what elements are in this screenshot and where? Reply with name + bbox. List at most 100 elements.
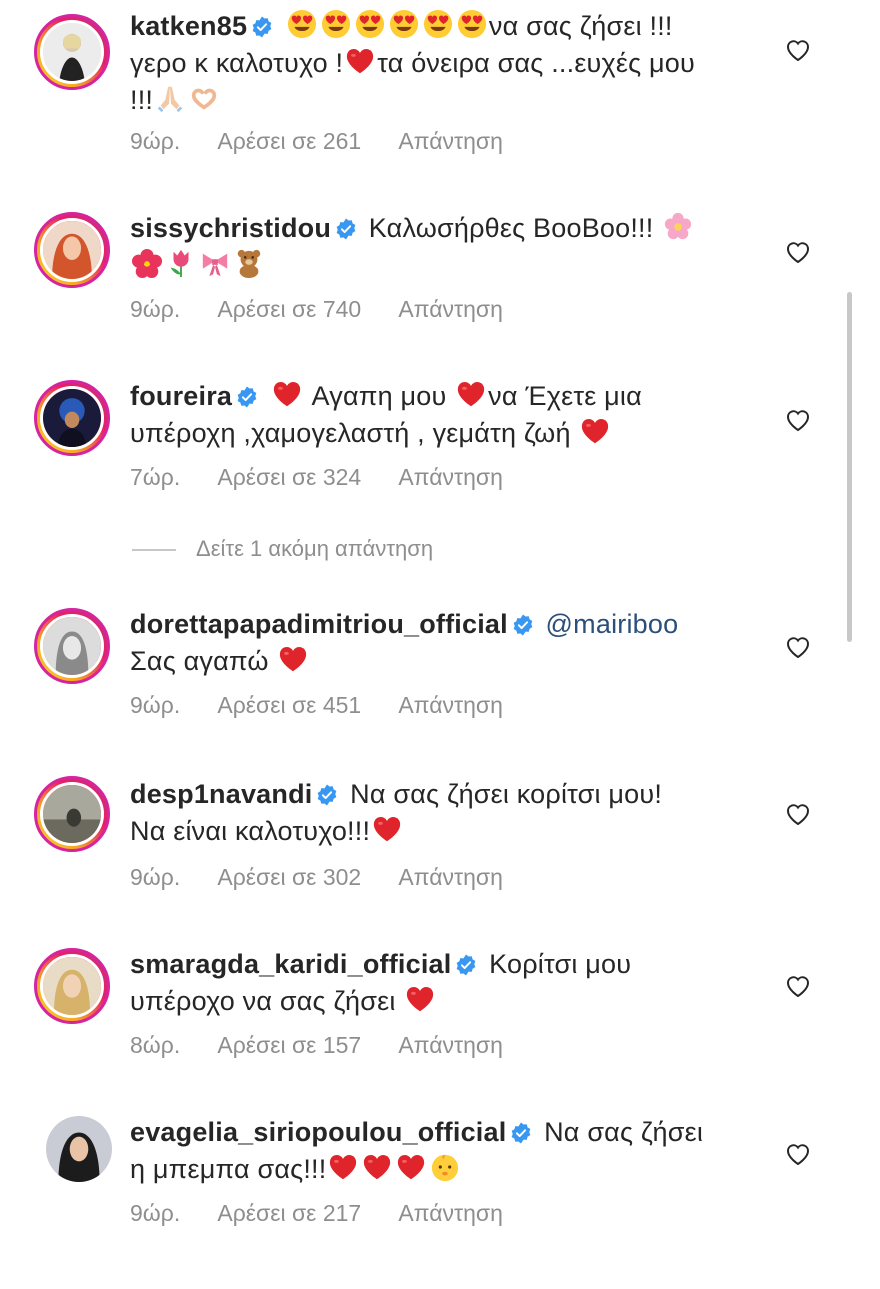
likes-count[interactable]: Αρέσει σε 157 [217, 1032, 361, 1058]
reply-button[interactable]: Απάντηση [398, 692, 503, 718]
reply-button[interactable]: Απάντηση [398, 128, 503, 154]
comment-meta: 8ώρ. Αρέσει σε 157 Απάντηση [130, 1032, 535, 1059]
avatar[interactable] [34, 212, 110, 288]
heart-eyes-emoji-icon [423, 9, 453, 39]
comment-time: 9ώρ. [130, 692, 181, 718]
reply-button[interactable]: Απάντηση [398, 1200, 503, 1226]
mention-link[interactable]: @mairiboo [546, 609, 679, 639]
red-heart-emoji-icon [362, 1152, 392, 1182]
reply-button[interactable]: Απάντηση [398, 296, 503, 322]
verified-badge-icon [251, 16, 273, 38]
comment-text: katken85 να σας ζήσει !!! γερο κ καλοτυχ… [130, 8, 750, 119]
heart-outline-icon[interactable] [785, 240, 811, 264]
likes-count[interactable]: Αρέσει σε 324 [217, 464, 361, 490]
view-more-replies-label: Δείτε 1 ακόμη απάντηση [196, 536, 434, 561]
heart-outline-icon[interactable] [785, 38, 811, 62]
comment-body: υπέροχη ,χαμογελαστή , γεμάτη ζωή [130, 418, 571, 448]
avatar[interactable] [34, 608, 110, 684]
comment-time: 7ώρ. [130, 464, 181, 490]
heart-outline-icon[interactable] [785, 974, 811, 998]
reply-button[interactable]: Απάντηση [398, 864, 503, 890]
username[interactable]: katken85 [130, 11, 247, 41]
heart-eyes-emoji-icon [287, 9, 317, 39]
comment-time: 9ώρ. [130, 864, 181, 890]
comment-body: Να σας ζήσει [544, 1117, 704, 1147]
comment-body: Να σας ζήσει κορίτσι μου! [350, 779, 663, 809]
comment-meta: 9ώρ. Αρέσει σε 261 Απάντηση [130, 128, 535, 155]
scrollbar[interactable] [847, 292, 852, 642]
view-more-replies[interactable]: Δείτε 1 ακόμη απάντηση [132, 536, 433, 562]
baby-emoji-icon [430, 1152, 460, 1182]
replies-divider [132, 549, 176, 552]
hibiscus-emoji-icon [132, 248, 162, 278]
avatar[interactable] [34, 380, 110, 456]
comment-text: sissychristidou Καλωσήρθες BooBoo!!! [130, 210, 750, 284]
comment-text: evagelia_siriopoulou_official Να σας ζήσ… [130, 1114, 750, 1188]
comment-body: Αγαπη μου [311, 381, 447, 411]
comment-text: smaragda_karidi_official Κορίτσι μου υπέ… [130, 946, 750, 1020]
likes-count[interactable]: Αρέσει σε 302 [217, 864, 361, 890]
comment-time: 9ώρ. [130, 128, 181, 154]
heart-outline-icon[interactable] [785, 1142, 811, 1166]
username[interactable]: desp1navandi [130, 779, 312, 809]
likes-count[interactable]: Αρέσει σε 740 [217, 296, 361, 322]
comment-meta: 9ώρ. Αρέσει σε 217 Απάντηση [130, 1200, 535, 1227]
likes-count[interactable]: Αρέσει σε 451 [217, 692, 361, 718]
username[interactable]: smaragda_karidi_official [130, 949, 451, 979]
red-heart-emoji-icon [405, 984, 435, 1014]
heart-outline-icon[interactable] [785, 802, 811, 826]
heart-eyes-emoji-icon [321, 9, 351, 39]
red-heart-emoji-icon [345, 46, 375, 76]
red-heart-emoji-icon [396, 1152, 426, 1182]
comment-meta: 9ώρ. Αρέσει σε 740 Απάντηση [130, 296, 535, 323]
likes-count[interactable]: Αρέσει σε 217 [217, 1200, 361, 1226]
reply-button[interactable]: Απάντηση [398, 1032, 503, 1058]
comment-meta: 9ώρ. Αρέσει σε 302 Απάντηση [130, 864, 535, 891]
tulip-emoji-icon [166, 248, 196, 278]
heart-eyes-emoji-icon [355, 9, 385, 39]
username[interactable]: foureira [130, 381, 232, 411]
heart-outline-icon[interactable] [785, 408, 811, 432]
comment-body: Να είναι καλοτυχο!!! [130, 816, 371, 846]
red-heart-emoji-icon [580, 416, 610, 446]
ribbon-emoji-icon [200, 248, 230, 278]
comment-body: η μπεμπα σας!!! [130, 1154, 327, 1184]
teddy-bear-emoji-icon [234, 248, 264, 278]
comment-body: τα όνειρα σας ...ευχές μου [377, 48, 695, 78]
red-heart-emoji-icon [372, 814, 402, 844]
cherry-blossom-emoji-icon [663, 211, 693, 241]
username[interactable]: dorettapapadimitriou_official [130, 609, 508, 639]
likes-count[interactable]: Αρέσει σε 261 [217, 128, 361, 154]
comment-text: desp1navandi Να σας ζήσει κορίτσι μου! Ν… [130, 776, 750, 850]
verified-badge-icon [510, 1122, 532, 1144]
heart-outline-icon[interactable] [785, 635, 811, 659]
avatar[interactable] [34, 776, 110, 852]
comment-body: Κορίτσι μου [489, 949, 632, 979]
folded-hands-emoji-icon [155, 83, 185, 113]
heart-eyes-emoji-icon [389, 9, 419, 39]
comment-body: γερο κ καλοτυχο ! [130, 48, 344, 78]
reply-button[interactable]: Απάντηση [398, 464, 503, 490]
verified-badge-icon [316, 784, 338, 806]
username[interactable]: sissychristidou [130, 213, 331, 243]
username[interactable]: evagelia_siriopoulou_official [130, 1117, 506, 1147]
comment-body: να Έχετε μια [488, 381, 642, 411]
comment-meta: 9ώρ. Αρέσει σε 451 Απάντηση [130, 692, 535, 719]
comment-text: dorettapapadimitriou_official @mairiboo … [130, 606, 750, 680]
avatar[interactable] [34, 14, 110, 90]
verified-badge-icon [335, 218, 357, 240]
red-heart-emoji-icon [272, 379, 302, 409]
avatar[interactable] [46, 1116, 112, 1182]
red-heart-emoji-icon [456, 379, 486, 409]
comment-body: Σας αγαπώ [130, 646, 269, 676]
comment-time: 9ώρ. [130, 296, 181, 322]
heart-eyes-emoji-icon [457, 9, 487, 39]
verified-badge-icon [455, 954, 477, 976]
comment-body: !!! [130, 85, 154, 115]
verified-badge-icon [236, 386, 258, 408]
comment-text: foureira Αγαπη μου να Έχετε μια υπέροχη … [130, 378, 750, 452]
avatar[interactable] [34, 948, 110, 1024]
comment-body: Καλωσήρθες BooBoo!!! [368, 213, 654, 243]
comment-meta: 7ώρ. Αρέσει σε 324 Απάντηση [130, 464, 535, 491]
heart-hands-emoji-icon [189, 83, 219, 113]
